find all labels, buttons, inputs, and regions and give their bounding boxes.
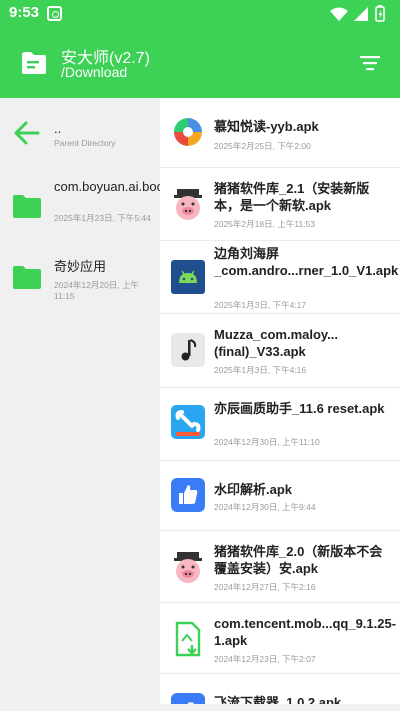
folder-icon [13, 195, 41, 218]
file-row[interactable]: 慕知悦读-yyb.apk 2025年2月25日, 下午2:00 [160, 98, 400, 168]
pig-app-icon [174, 189, 202, 220]
folder-name: com.boyuan.ai.book [54, 179, 171, 194]
file-row[interactable]: 亦辰画质助手_11.6 reset.apk 2024年12月30日, 上午11:… [160, 388, 400, 461]
file-name: 猪猪软件库_2.0（新版本不会覆盖安装）安.apk [214, 544, 383, 576]
file-meta: 2025年2月25日, 下午2:00 [214, 141, 311, 151]
file-meta: 2025年2月18日, 上午11:53 [214, 219, 315, 229]
folder-meta: 2024年12月20日, 上午11:15 [54, 280, 140, 301]
file-meta: 2024年12月23日, 下午2:07 [214, 654, 316, 664]
android-app-icon [171, 260, 205, 294]
file-row[interactable]: 边角刘海屏_com.andro...rner_1.0_V1.apk 2025年1… [160, 241, 400, 314]
folder-icon [13, 266, 41, 289]
parent-directory-label: .. [54, 121, 62, 136]
status-time: 9:53 [9, 4, 40, 21]
file-meta: 2024年12月27日, 下午2:16 [214, 582, 316, 592]
folder-sidebar: .. Parent Directory com.boyuan.ai.book 2… [0, 98, 171, 711]
parent-directory-meta: Parent Directory [54, 138, 116, 148]
folder-item[interactable]: com.boyuan.ai.book 2025年1月23日, 下午5:44 [0, 178, 171, 236]
back-arrow-icon [14, 121, 40, 145]
file-row[interactable]: 猪猪软件库_2.0（新版本不会覆盖安装）安.apk 2024年12月27日, 下… [160, 531, 400, 603]
wrench-app-icon [171, 405, 205, 439]
status-bar: 9:53 [0, 0, 400, 28]
top-bar: 9:53 安大师(v2.7) /Download [0, 0, 400, 98]
file-name: Muzza_com.maloy...(final)_V33.apk [214, 327, 339, 359]
file-name: 边角刘海屏_com.andro...rner_1.0_V1.apk [214, 246, 399, 278]
current-path: /Download [61, 64, 128, 80]
folder-meta: 2025年1月23日, 下午5:44 [54, 213, 151, 223]
file-meta: 2024年12月30日, 上午11:10 [214, 437, 320, 447]
notification-icon [47, 6, 62, 21]
folder-name: 奇妙应用 [54, 259, 107, 274]
file-name: 猪猪软件库_2.1（安装新版本，是一个新软.apk [214, 181, 370, 213]
file-meta: 2024年12月30日, 上午9:44 [214, 502, 316, 512]
file-row[interactable]: com.tencent.mob...qq_9.1.25-1.apk 2024年1… [160, 603, 400, 674]
bottom-gesture-area [0, 704, 400, 711]
file-meta: 2025年1月3日, 下午4:17 [214, 300, 307, 310]
muzhi-app-icon [171, 115, 205, 149]
music-note-icon [171, 333, 205, 367]
file-name: 亦辰画质助手_11.6 reset.apk [214, 401, 385, 416]
file-name: com.tencent.mob...qq_9.1.25-1.apk [214, 616, 397, 648]
thumbs-up-app-icon [171, 478, 205, 512]
signal-icon [354, 7, 368, 21]
file-list: 慕知悦读-yyb.apk 2025年2月25日, 下午2:00 猪猪软件库_2.… [160, 98, 400, 711]
file-name: 慕知悦读-yyb.apk [214, 119, 319, 134]
system-status-icons [330, 5, 385, 22]
wifi-icon [330, 7, 348, 21]
parent-directory-item[interactable]: .. Parent Directory [0, 112, 160, 172]
app-bar: 安大师(v2.7) /Download [0, 28, 400, 98]
file-row[interactable]: 水印解析.apk 2024年12月30日, 上午9:44 [160, 461, 400, 531]
file-row[interactable]: 猪猪软件库_2.1（安装新版本，是一个新软.apk 2025年2月18日, 上午… [160, 168, 400, 241]
apk-install-icon [175, 621, 201, 657]
file-meta: 2025年1月3日, 下午4:16 [214, 365, 307, 375]
folder-item[interactable]: 奇妙应用 2024年12月20日, 上午11:15 [0, 258, 160, 308]
file-row[interactable]: Muzza_com.maloy...(final)_V33.apk 2025年1… [160, 314, 400, 388]
folder-file-icon [22, 52, 46, 74]
file-name: 水印解析.apk [214, 482, 293, 497]
sort-icon[interactable] [358, 53, 382, 73]
pig-app-icon [174, 552, 202, 583]
